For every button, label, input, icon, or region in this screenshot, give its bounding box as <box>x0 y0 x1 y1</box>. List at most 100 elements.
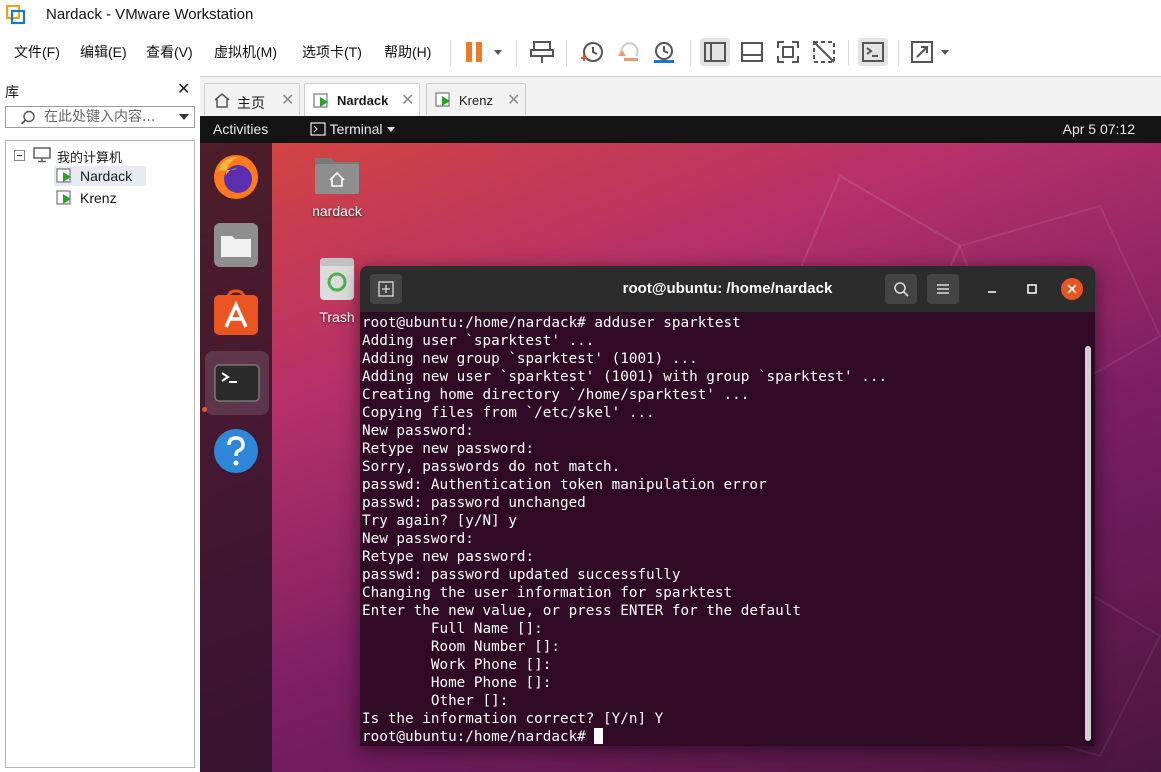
terminal-line: Adding new group `sparktest' (1001) ... <box>362 351 698 367</box>
pause-icon <box>466 42 502 62</box>
terminal-line: New password: <box>362 531 474 547</box>
library-header: 库 ✕ <box>0 76 198 104</box>
close-tab-icon[interactable]: ✕ <box>507 90 520 110</box>
revert-snapshot-button[interactable] <box>614 38 642 66</box>
snapshot-manager-icon <box>654 42 674 63</box>
terminal-scrollbar[interactable] <box>1085 346 1091 741</box>
desktop-icon-label: Trash <box>319 309 355 325</box>
tab-krenz-label: Krenz <box>459 93 493 108</box>
show-library-icon <box>704 42 726 62</box>
terminal-line: New password: <box>362 423 474 439</box>
maximize-button[interactable] <box>1021 278 1043 300</box>
desktop-icon-trash[interactable]: Trash <box>312 256 362 325</box>
tab-home-label: 主页 <box>237 96 265 112</box>
trash-icon <box>320 258 354 300</box>
vm-running-icon <box>435 92 450 107</box>
terminal-window[interactable]: root@ubuntu: /home/nardack root@ubuntu:/… <box>360 266 1095 746</box>
app-menu-label: Terminal <box>329 121 383 137</box>
snapshot-manager-button[interactable] <box>650 38 678 66</box>
terminal-line: Home Phone []: <box>362 675 552 691</box>
window-title: Nardack - VMware Workstation <box>46 6 254 23</box>
text-cursor <box>594 728 604 744</box>
terminal-output[interactable]: root@ubuntu:/home/nardack# adduser spark… <box>362 314 1080 746</box>
vm-running-icon <box>56 190 71 205</box>
stretch-guest-button[interactable] <box>908 38 954 66</box>
unity-icon <box>813 41 835 63</box>
stretch-guest-icon <box>911 41 949 63</box>
dock-files[interactable] <box>212 221 260 269</box>
close-library-icon[interactable]: ✕ <box>177 79 190 99</box>
menu-view[interactable]: 查看(V) <box>146 42 193 62</box>
unity-button[interactable] <box>810 38 838 66</box>
menu-edit[interactable]: 编辑(E) <box>80 42 127 62</box>
terminal-prompt-line: root@ubuntu:/home/nardack# <box>362 728 1080 746</box>
take-snapshot-button[interactable] <box>578 38 606 66</box>
firefox-icon <box>214 155 258 199</box>
clock[interactable]: Apr 5 07:12 <box>1063 121 1135 137</box>
console-view-icon <box>862 42 884 62</box>
collapse-icon[interactable] <box>14 150 25 161</box>
terminal-line: Adding new user `sparktest' (1001) with … <box>362 369 888 385</box>
tab-nardack-label: Nardack <box>337 93 389 108</box>
terminal-line: Sorry, passwords do not match. <box>362 459 621 475</box>
tab-nardack[interactable]: Nardack ✕ <box>304 83 420 117</box>
maximize-icon <box>1027 284 1037 294</box>
close-tab-icon[interactable]: ✕ <box>401 90 414 110</box>
vm-running-icon <box>313 93 328 108</box>
terminal-line: Work Phone []: <box>362 657 552 673</box>
dock-help[interactable] <box>212 427 260 475</box>
tab-krenz[interactable]: Krenz ✕ <box>426 83 526 115</box>
menu-tabs[interactable]: 选项卡(T) <box>302 42 362 62</box>
send-ctrl-alt-del-button[interactable] <box>528 38 556 66</box>
activities-button[interactable]: Activities <box>213 121 268 137</box>
terminal-small-icon <box>310 122 326 136</box>
minimize-icon <box>988 291 996 293</box>
toolbar-separator <box>690 40 691 66</box>
close-tab-icon[interactable]: ✕ <box>281 90 294 110</box>
tree-item-label: Krenz <box>80 190 117 206</box>
guest-display[interactable]: Activities Terminal Apr 5 07:12 nardack … <box>200 116 1161 772</box>
toolbar-separator <box>848 40 849 66</box>
dock-ubuntu-software[interactable] <box>212 289 260 337</box>
terminal-line: passwd: password updated successfully <box>362 567 681 583</box>
show-library-button[interactable] <box>700 38 730 66</box>
minimize-button[interactable] <box>981 278 1003 300</box>
terminal-line: Try again? [y/N] y <box>362 513 517 529</box>
menu-help[interactable]: 帮助(H) <box>384 42 431 62</box>
library-title: 库 <box>5 84 19 100</box>
toolbar-separator <box>516 40 517 66</box>
terminal-line: passwd: Authentication token manipulatio… <box>362 477 767 493</box>
console-view-button[interactable] <box>858 38 888 66</box>
terminal-app-menu[interactable]: Terminal <box>310 121 396 137</box>
chevron-down-icon <box>387 127 396 132</box>
thumbnail-bar-button[interactable] <box>738 38 766 66</box>
tree-item-nardack[interactable]: Nardack <box>54 166 146 186</box>
menu-file[interactable]: 文件(F) <box>14 42 60 62</box>
gnome-topbar: Activities Terminal Apr 5 07:12 <box>200 116 1161 143</box>
full-screen-icon <box>777 41 799 63</box>
library-search-input[interactable] <box>44 109 170 125</box>
tree-item-krenz[interactable]: Krenz <box>54 188 146 208</box>
terminal-lines: root@ubuntu:/home/nardack# adduser spark… <box>362 314 1080 728</box>
home-folder-icon <box>315 158 359 194</box>
dock-firefox[interactable] <box>212 153 260 201</box>
terminal-prompt: root@ubuntu:/home/nardack# <box>362 729 595 745</box>
send-ctrl-alt-del-icon <box>530 41 554 63</box>
hamburger-menu-button[interactable] <box>927 274 959 304</box>
full-screen-button[interactable] <box>774 38 802 66</box>
close-button[interactable] <box>1061 278 1083 300</box>
search-button[interactable] <box>885 274 917 304</box>
pause-button[interactable] <box>462 38 508 66</box>
tab-home[interactable]: 主页 ✕ <box>204 83 300 115</box>
terminal-line: Creating home directory `/home/sparktest… <box>362 387 750 403</box>
dock-terminal[interactable] <box>205 351 269 415</box>
terminal-line: Other []: <box>362 693 509 709</box>
library-search <box>5 106 195 128</box>
menu-vm[interactable]: 虚拟机(M) <box>214 42 277 62</box>
vm-running-icon <box>56 168 71 183</box>
terminal-line: Retype new password: <box>362 441 535 457</box>
desktop-icon-home[interactable]: nardack <box>304 152 370 219</box>
toolbar-separator <box>450 40 451 66</box>
chevron-down-icon[interactable] <box>178 113 190 122</box>
search-icon <box>894 282 909 297</box>
